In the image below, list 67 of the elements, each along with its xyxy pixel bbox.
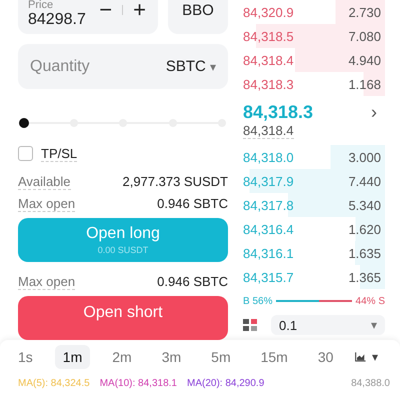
bid-price: 84,318.0 <box>243 150 294 164</box>
bid-price: 84,317.9 <box>243 174 294 188</box>
ask-quantity: 4.940 <box>348 52 381 68</box>
bid-quantity: 3.000 <box>348 150 381 164</box>
plus-button[interactable]: + <box>129 0 150 23</box>
ask-row[interactable]: 84,318.3 1.168 <box>243 72 385 96</box>
bid-row[interactable]: 84,317.9 7.440 <box>243 169 385 193</box>
ask-price: 84,318.5 <box>243 28 294 44</box>
available-value: 2,977.373 SUSDT <box>122 174 228 190</box>
max-open-label: Max open <box>18 274 76 290</box>
ask-price: 84,318.4 <box>243 52 294 68</box>
price-label: Price <box>28 0 54 11</box>
available-label: Available <box>18 174 71 190</box>
bid-price: 84,315.7 <box>243 270 294 284</box>
chart-type-icon[interactable] <box>355 350 366 364</box>
unit-selector[interactable]: SBTC ▾ <box>166 58 216 75</box>
bid-quantity: 1.635 <box>348 246 381 260</box>
max-open-value: 0.946 SBTC <box>157 196 228 212</box>
tpsl-label: TP/SL <box>41 146 78 162</box>
bid-row[interactable]: 84,318.0 3.000 <box>243 145 385 169</box>
bid-quantity: 1.620 <box>348 222 381 236</box>
minus-button[interactable]: − <box>95 0 116 23</box>
interval-tab[interactable]: 30 <box>310 345 342 369</box>
price-value: 84298.7 <box>28 11 87 29</box>
bid-row[interactable]: 84,316.4 1.620 <box>243 217 385 241</box>
amount-slider[interactable] <box>19 117 227 129</box>
ask-price: 84,318.3 <box>243 76 294 92</box>
bid-quantity: 1.365 <box>348 270 381 284</box>
tpsl-checkbox[interactable] <box>18 146 33 162</box>
buy-ratio: B 56% <box>243 296 272 306</box>
ask-row[interactable]: 84,318.5 7.080 <box>243 24 385 48</box>
interval-tab[interactable]: 2m <box>104 345 140 369</box>
ask-quantity: 2.730 <box>348 4 381 20</box>
ma-indicator: MA(5): 84,324.5 <box>18 378 90 389</box>
layout-icon[interactable] <box>243 319 257 331</box>
ask-price: 84,320.9 <box>243 4 294 20</box>
more-caret[interactable]: ▾ <box>372 350 378 364</box>
ask-quantity: 7.080 <box>348 28 381 44</box>
bid-row[interactable]: 84,317.8 5.340 <box>243 193 385 217</box>
interval-tab[interactable]: 15m <box>252 345 296 369</box>
bbo-button[interactable]: BBO <box>168 0 228 34</box>
quantity-field[interactable]: Quantity SBTC ▾ <box>18 44 228 89</box>
bid-price: 84,316.1 <box>243 246 294 260</box>
ma-indicator: MA(10): 84,318.1 <box>100 378 177 389</box>
precision-dropdown[interactable]: 0.1 ▾ <box>271 315 385 335</box>
bid-quantity: 7.440 <box>348 174 381 188</box>
ask-row[interactable]: 84,318.4 4.940 <box>243 48 385 72</box>
interval-tab[interactable]: 5m <box>203 345 239 369</box>
more-chevron[interactable]: › <box>371 102 385 123</box>
axis-value: 84,388.0 <box>351 378 390 389</box>
bid-row[interactable]: 84,315.7 1.365 <box>243 265 385 289</box>
interval-tab[interactable]: 3m <box>154 345 190 369</box>
mark-price: 84,318.4 <box>243 123 294 139</box>
bid-row[interactable]: 84,316.1 1.635 <box>243 241 385 265</box>
bid-quantity: 5.340 <box>348 198 381 212</box>
max-open-label: Max open <box>18 196 76 212</box>
ma-indicator: MA(20): 84,290.9 <box>186 378 264 389</box>
ask-row[interactable]: 84,320.9 2.730 <box>243 0 385 24</box>
ask-quantity: 1.168 <box>348 76 381 92</box>
bid-price: 84,317.8 <box>243 198 294 212</box>
bid-price: 84,316.4 <box>243 222 294 236</box>
sell-ratio: 44% S <box>356 296 385 306</box>
interval-tab[interactable]: 1m <box>54 345 90 369</box>
interval-tab[interactable]: 1s <box>10 345 41 369</box>
open-short-button[interactable]: Open short <box>18 296 228 340</box>
last-price: 84,318.3 <box>243 102 314 123</box>
max-open-value: 0.946 SBTC <box>157 274 228 290</box>
